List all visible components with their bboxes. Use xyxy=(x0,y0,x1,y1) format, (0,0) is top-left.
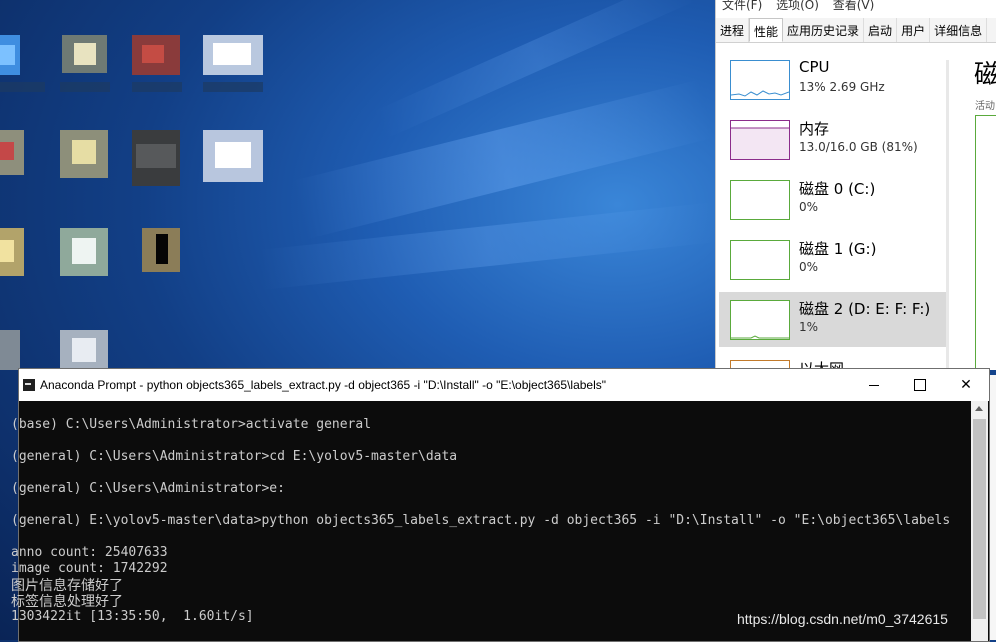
minimize-icon xyxy=(869,384,879,386)
tab-performance[interactable]: 性能 xyxy=(749,18,784,42)
resource-name: CPU xyxy=(799,58,830,76)
resource-value: 0% xyxy=(799,260,819,274)
console-line: (general) E:\yolov5-master\data>python o… xyxy=(11,513,951,528)
menu-view[interactable]: 查看(V) xyxy=(833,0,875,12)
desktop-icon-label xyxy=(132,82,182,92)
console-app-icon xyxy=(23,379,35,391)
memory-mini-graph xyxy=(730,120,790,160)
disk-mini-graph xyxy=(730,300,790,340)
resource-value: 13% 2.69 GHz xyxy=(799,80,885,94)
close-icon: ✕ xyxy=(960,377,972,393)
console-line: (base) C:\Users\Administrator>activate g… xyxy=(11,417,372,432)
resource-value: 0% xyxy=(799,200,819,214)
desktop-shortcut-icon[interactable] xyxy=(203,130,263,190)
scroll-up-arrow-icon[interactable] xyxy=(975,406,983,411)
watermark-url: https://blog.csdn.net/m0_3742615 xyxy=(737,611,948,627)
console-output[interactable]: (base) C:\Users\Administrator>activate g… xyxy=(11,401,971,641)
resource-item-cpu[interactable]: CPU 13% 2.69 GHz xyxy=(719,52,946,107)
resource-value: 1% xyxy=(799,320,819,334)
detail-graph xyxy=(975,115,996,371)
task-manager-window: 文件(F) 选项(O) 查看(V) 进程 性能 应用历史记录 启动 用户 详细信… xyxy=(715,0,996,371)
resource-item-disk-1[interactable]: 磁盘 1 (G:) 0% xyxy=(719,232,946,287)
performance-detail-pane: 磁 活动 xyxy=(948,52,996,371)
desktop-shortcut-icon[interactable] xyxy=(132,130,192,190)
detail-subtitle: 活动 xyxy=(975,101,995,112)
desktop-shortcut-icon[interactable] xyxy=(142,228,202,288)
desktop-icon-label xyxy=(60,82,110,92)
tab-users[interactable]: 用户 xyxy=(897,18,931,42)
disk-mini-graph xyxy=(730,180,790,220)
desktop-icon-label xyxy=(0,82,45,92)
resource-item-disk-2[interactable]: 磁盘 2 (D: E: F: F:) 1% xyxy=(719,292,946,347)
scroll-thumb[interactable] xyxy=(973,419,986,619)
task-manager-menubar: 文件(F) 选项(O) 查看(V) xyxy=(716,0,996,12)
tab-startup[interactable]: 启动 xyxy=(864,18,898,42)
task-manager-tabs: 进程 性能 应用历史记录 启动 用户 详细信息 xyxy=(716,18,996,43)
disk-mini-graph xyxy=(730,240,790,280)
tab-app-history[interactable]: 应用历史记录 xyxy=(783,18,865,42)
resource-name: 磁盘 1 (G:) xyxy=(799,240,877,258)
minimize-button[interactable] xyxy=(851,369,897,401)
cpu-mini-graph xyxy=(730,60,790,100)
desktop-shortcut-icon[interactable] xyxy=(0,130,50,190)
console-line: (general) C:\Users\Administrator>e: xyxy=(11,481,285,496)
console-title: Anaconda Prompt - python objects365_labe… xyxy=(40,378,607,392)
resource-name: 磁盘 2 (D: E: F: F:) xyxy=(799,300,931,318)
cpu-sparkline xyxy=(730,90,790,97)
anaconda-prompt-window: Anaconda Prompt - python objects365_labe… xyxy=(11,368,990,642)
close-button[interactable]: ✕ xyxy=(943,369,989,401)
desktop-shortcut-icon[interactable] xyxy=(60,130,120,190)
memory-sparkline xyxy=(731,127,789,159)
resource-name: 内存 xyxy=(799,120,830,138)
console-line: 标签信息处理好了 xyxy=(11,594,123,610)
tab-processes[interactable]: 进程 xyxy=(716,18,750,42)
maximize-icon xyxy=(914,379,926,391)
console-line: 1303422it [13:35:50, 1.60it/s] xyxy=(11,609,254,624)
console-titlebar[interactable]: Anaconda Prompt - python objects365_labe… xyxy=(19,369,989,401)
desktop-shortcut-icon[interactable] xyxy=(60,228,120,288)
resource-name: 磁盘 0 (C:) xyxy=(799,180,876,198)
resource-item-disk-0[interactable]: 磁盘 0 (C:) 0% xyxy=(719,172,946,227)
tab-details[interactable]: 详细信息 xyxy=(930,18,988,42)
resource-item-memory[interactable]: 内存 13.0/16.0 GB (81%) xyxy=(719,112,946,167)
resource-value: 13.0/16.0 GB (81%) xyxy=(799,140,918,154)
console-line: anno count: 25407633 xyxy=(11,545,168,560)
console-line: (general) C:\Users\Administrator>cd E:\y… xyxy=(11,449,458,464)
desktop-icon-label xyxy=(203,82,263,92)
console-scrollbar[interactable] xyxy=(971,401,988,641)
menu-file[interactable]: 文件(F) xyxy=(722,0,762,12)
detail-title: 磁 xyxy=(974,60,996,90)
console-line: image count: 1742292 xyxy=(11,561,168,576)
maximize-button[interactable] xyxy=(897,369,943,401)
desktop-shortcut-icon[interactable] xyxy=(0,228,50,288)
menu-options[interactable]: 选项(O) xyxy=(776,0,819,12)
disk-sparkline xyxy=(731,335,789,339)
